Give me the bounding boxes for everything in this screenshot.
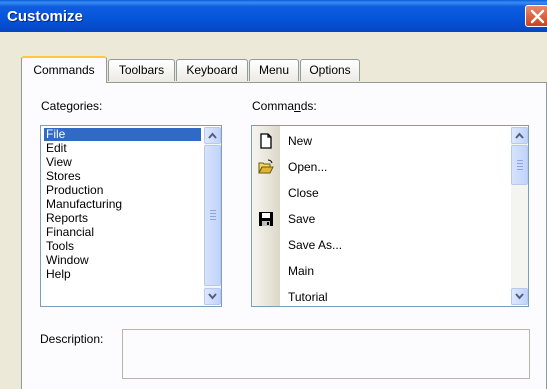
scroll-down-button[interactable] xyxy=(511,288,528,305)
category-item[interactable]: Window xyxy=(44,254,89,267)
tab-label: Keyboard xyxy=(186,63,238,77)
categories-listbox[interactable]: File Edit View Stores Production Manufacturin… xyxy=(40,125,222,307)
category-item[interactable]: Reports xyxy=(44,212,88,225)
category-item[interactable]: Help xyxy=(44,268,71,281)
command-label: Close xyxy=(288,186,319,200)
command-label: Open... xyxy=(288,160,328,174)
command-item[interactable]: Save xyxy=(252,206,512,232)
categories-scrollbar[interactable] xyxy=(204,127,221,305)
command-label: Save As... xyxy=(288,238,343,252)
tab-commands[interactable]: Commands xyxy=(21,56,107,83)
close-button[interactable] xyxy=(525,5,547,27)
command-item[interactable]: Tutorial xyxy=(252,284,512,306)
tab-toolbars[interactable]: Toolbars xyxy=(108,59,175,81)
scroll-down-button[interactable] xyxy=(204,288,221,305)
command-item[interactable]: Open... xyxy=(252,154,512,180)
commands-scrollbar[interactable] xyxy=(511,127,528,305)
category-item[interactable]: Tools xyxy=(44,240,74,253)
category-item[interactable]: Production xyxy=(44,184,103,197)
command-label: Save xyxy=(288,212,316,226)
tab-label: Options xyxy=(309,63,351,77)
new-document-icon xyxy=(258,133,274,149)
category-item[interactable]: Stores xyxy=(44,170,81,183)
command-item[interactable]: Main xyxy=(252,258,512,284)
scroll-up-button[interactable] xyxy=(204,127,221,144)
customize-dialog: Customize Commands Toolbars Keyboard Men… xyxy=(0,0,547,389)
category-item[interactable]: File xyxy=(44,128,201,141)
commands-label: Commands: xyxy=(252,99,317,113)
command-label: Tutorial xyxy=(288,290,328,304)
scroll-thumb[interactable] xyxy=(204,145,221,286)
tab-menu[interactable]: Menu xyxy=(249,59,299,81)
title-bar[interactable]: Customize xyxy=(0,0,547,32)
chevron-down-icon xyxy=(208,293,217,300)
tab-label: Menu xyxy=(258,63,290,77)
tab-label: Toolbars xyxy=(118,63,165,77)
command-item[interactable]: Close xyxy=(252,180,512,206)
floppy-disk-icon xyxy=(258,211,274,227)
commands-label-suffix: ds: xyxy=(300,99,317,113)
scroll-thumb[interactable] xyxy=(511,145,528,185)
description-box xyxy=(122,329,530,379)
commands-tab-panel: Categories: File Edit View Stores Production… xyxy=(21,82,547,389)
category-item[interactable]: View xyxy=(44,156,72,169)
open-folder-icon xyxy=(258,159,274,175)
category-item[interactable]: Financial xyxy=(44,226,94,239)
category-item[interactable]: Edit xyxy=(44,142,67,155)
commands-label-prefix: Comma xyxy=(252,99,295,113)
chevron-down-icon xyxy=(515,293,524,300)
tab-label: Commands xyxy=(33,63,95,77)
commands-label-accelerator: n xyxy=(294,99,301,113)
chevron-up-icon xyxy=(515,132,524,139)
tab-keyboard[interactable]: Keyboard xyxy=(176,59,248,81)
description-label: Description: xyxy=(40,332,104,346)
window-title: Customize xyxy=(7,8,83,25)
command-label: New xyxy=(288,134,313,148)
chevron-up-icon xyxy=(208,132,217,139)
close-icon xyxy=(530,9,545,24)
tab-options[interactable]: Options xyxy=(300,59,360,81)
commands-listbox[interactable]: New Open... Close Save Save As... Main Tutoria… xyxy=(251,125,529,307)
command-item[interactable]: New xyxy=(252,128,512,154)
command-label: Main xyxy=(288,264,315,278)
category-item[interactable]: Manufacturing xyxy=(44,198,122,211)
scroll-up-button[interactable] xyxy=(511,127,528,144)
command-item[interactable]: Save As... xyxy=(252,232,512,258)
categories-label: Categories: xyxy=(41,99,103,113)
